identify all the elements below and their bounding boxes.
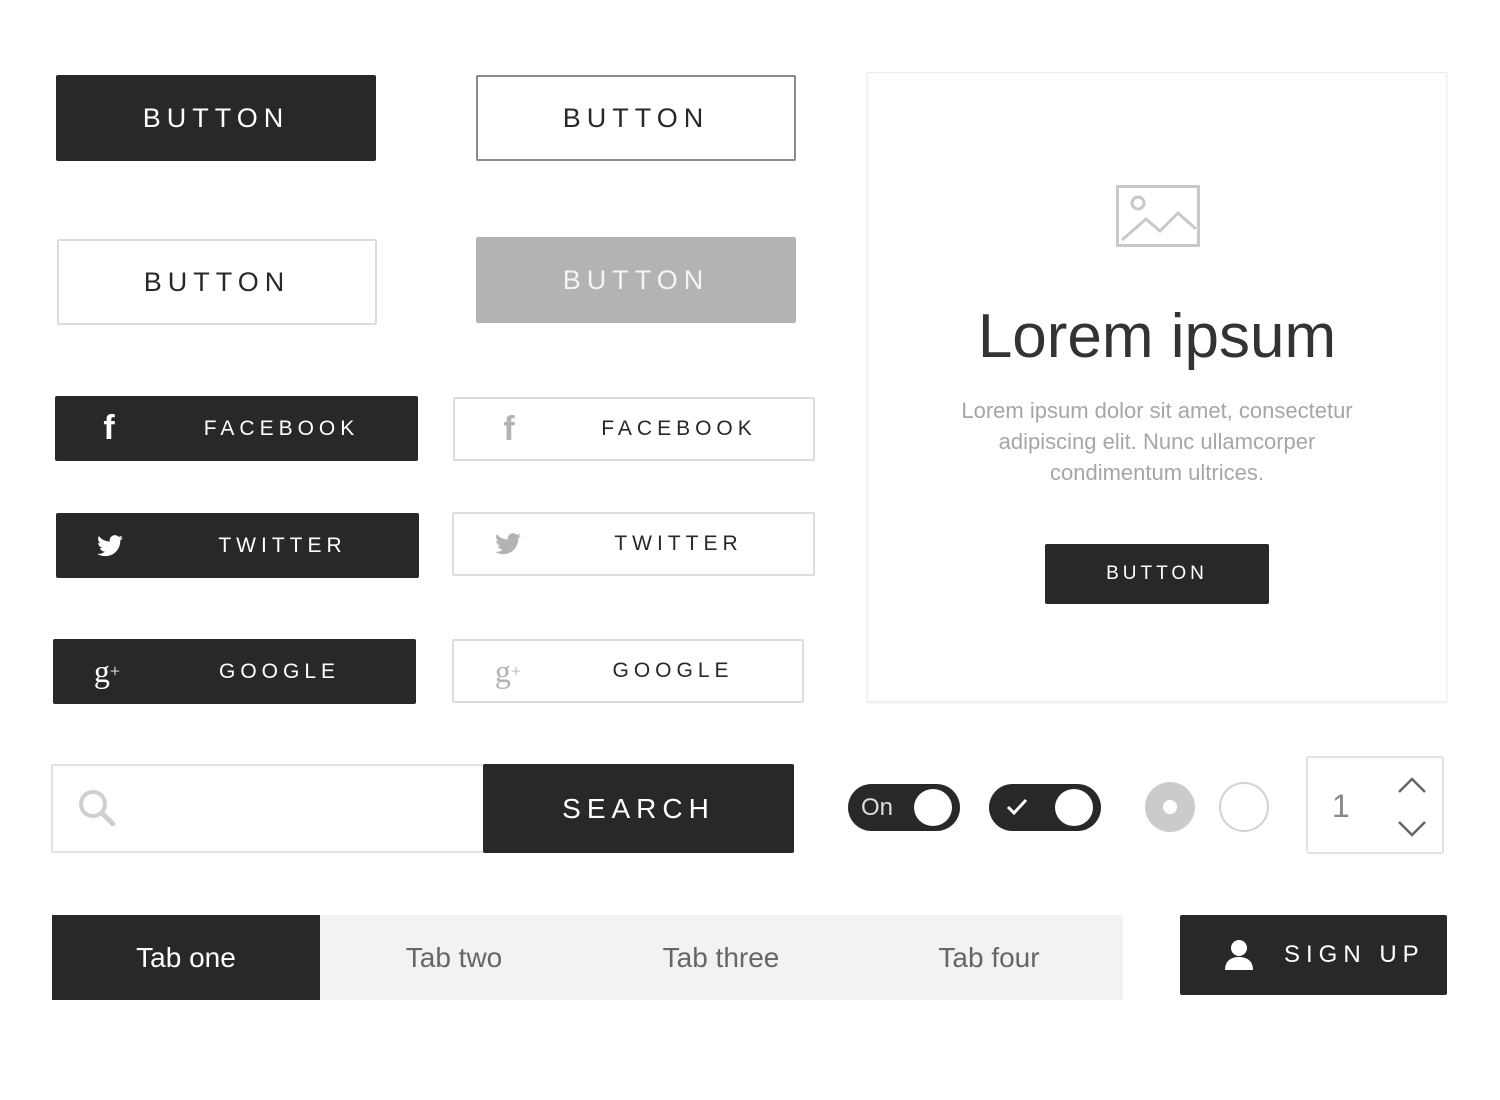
- toggle-knob: [914, 789, 952, 826]
- twitter-button[interactable]: TWITTER: [56, 513, 419, 578]
- search-button[interactable]: SEARCH: [483, 764, 794, 853]
- search-input[interactable]: [51, 764, 491, 853]
- tab-two[interactable]: Tab two: [320, 915, 588, 1000]
- card-body: Lorem ipsum dolor sit amet, consectetur …: [961, 398, 1353, 485]
- sign-up-button[interactable]: SIGN UP: [1180, 915, 1447, 995]
- chevron-up-icon[interactable]: [1396, 776, 1428, 796]
- twitter-icon: [492, 526, 524, 562]
- toggle-knob: [1055, 789, 1093, 826]
- user-icon: [1225, 940, 1253, 970]
- check-icon: [1006, 798, 1028, 816]
- card-title: Lorem ipsum: [977, 302, 1337, 371]
- card-button[interactable]: BUTTON: [1045, 544, 1269, 604]
- button-label: TWITTER: [614, 532, 743, 555]
- button-label: FACEBOOK: [203, 416, 360, 440]
- button-label: BUTTON: [143, 266, 291, 297]
- button-label: SEARCH: [562, 792, 715, 824]
- tab-label: Tab four: [938, 941, 1040, 973]
- button-label: GOOGLE: [612, 659, 734, 682]
- button-label: GOOGLE: [218, 659, 341, 683]
- content-card: Lorem ipsum Lorem ipsum dolor sit amet, …: [867, 72, 1447, 702]
- toggle-label: On: [861, 794, 894, 821]
- toggle-on[interactable]: On: [848, 784, 960, 831]
- button-label: BUTTON: [1106, 563, 1208, 584]
- twitter-outline-button[interactable]: TWITTER: [452, 512, 815, 576]
- google-button[interactable]: g + GOOGLE: [53, 639, 416, 704]
- button-label: BUTTON: [562, 102, 710, 133]
- outline-dark-button[interactable]: BUTTON: [476, 75, 796, 161]
- stepper-value: 1: [1332, 788, 1350, 824]
- google-outline-button[interactable]: g + GOOGLE: [452, 639, 804, 703]
- toggle-check[interactable]: [989, 784, 1101, 831]
- button-label: SIGN UP: [1284, 941, 1425, 968]
- radio-selected[interactable]: [1145, 782, 1195, 832]
- tab-four[interactable]: Tab four: [855, 915, 1123, 1000]
- radio-dot: [1163, 800, 1177, 814]
- radio-unselected[interactable]: [1219, 782, 1269, 832]
- tab-one[interactable]: Tab one: [52, 915, 320, 1000]
- facebook-icon: f: [503, 409, 515, 448]
- tab-label: Tab one: [136, 941, 236, 973]
- disabled-button[interactable]: BUTTON: [476, 237, 796, 323]
- twitter-icon: [94, 528, 126, 564]
- button-label: BUTTON: [142, 102, 290, 133]
- search-icon: [79, 790, 116, 827]
- facebook-button[interactable]: f FACEBOOK: [55, 396, 418, 461]
- button-label: FACEBOOK: [601, 417, 757, 440]
- primary-button[interactable]: BUTTON: [56, 75, 376, 161]
- button-label: BUTTON: [562, 264, 710, 295]
- chevron-down-icon[interactable]: [1396, 818, 1428, 838]
- google-plus-icon: g +: [494, 652, 522, 689]
- facebook-outline-button[interactable]: f FACEBOOK: [453, 397, 815, 461]
- facebook-icon: f: [103, 409, 115, 447]
- outline-light-button[interactable]: BUTTON: [57, 239, 377, 325]
- number-stepper[interactable]: 1: [1306, 756, 1444, 854]
- google-plus-icon: g +: [93, 653, 121, 689]
- tab-label: Tab three: [662, 941, 780, 973]
- tab-label: Tab two: [405, 941, 503, 973]
- image-placeholder-icon: [1116, 185, 1200, 247]
- tab-three[interactable]: Tab three: [587, 915, 855, 1000]
- button-label: TWITTER: [218, 533, 347, 557]
